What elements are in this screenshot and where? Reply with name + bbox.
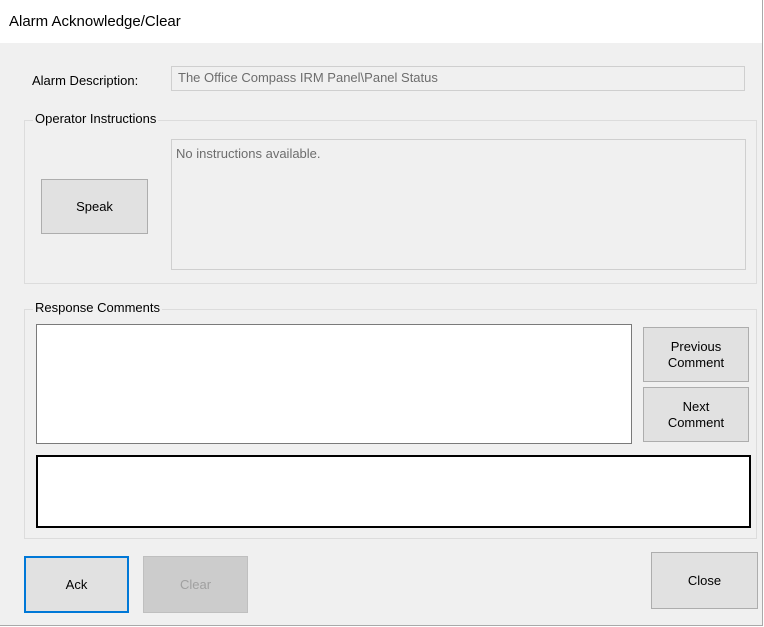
clear-button: Clear bbox=[143, 556, 248, 613]
ack-button-label: Ack bbox=[65, 576, 88, 592]
speak-button-label: Speak bbox=[76, 198, 113, 214]
comment-entry-field[interactable] bbox=[36, 455, 751, 528]
close-button-label: Close bbox=[687, 572, 722, 588]
resize-grip[interactable] bbox=[757, 620, 760, 623]
response-comments-title: Response Comments bbox=[33, 300, 162, 315]
window-title: Alarm Acknowledge/Clear bbox=[9, 13, 181, 30]
next-comment-button[interactable]: Next Comment bbox=[643, 387, 749, 442]
next-comment-label: Next Comment bbox=[667, 398, 725, 430]
previous-comment-label: Previous Comment bbox=[667, 338, 725, 370]
clear-button-label: Clear bbox=[179, 576, 212, 592]
speak-button[interactable]: Speak bbox=[41, 179, 148, 234]
operator-instructions-title: Operator Instructions bbox=[33, 111, 159, 126]
alarm-description-label: Alarm Description: bbox=[32, 73, 139, 88]
alarm-dialog-window: Alarm Acknowledge/Clear Alarm Descriptio… bbox=[0, 0, 763, 626]
comment-list-box[interactable] bbox=[36, 324, 632, 444]
title-bar[interactable]: Alarm Acknowledge/Clear bbox=[0, 0, 762, 43]
alarm-description-field[interactable]: The Office Compass IRM Panel\Panel Statu… bbox=[171, 66, 745, 91]
instructions-text[interactable]: No instructions available. bbox=[171, 139, 746, 270]
previous-comment-button[interactable]: Previous Comment bbox=[643, 327, 749, 382]
ack-button[interactable]: Ack bbox=[24, 556, 129, 613]
close-button[interactable]: Close bbox=[651, 552, 758, 609]
